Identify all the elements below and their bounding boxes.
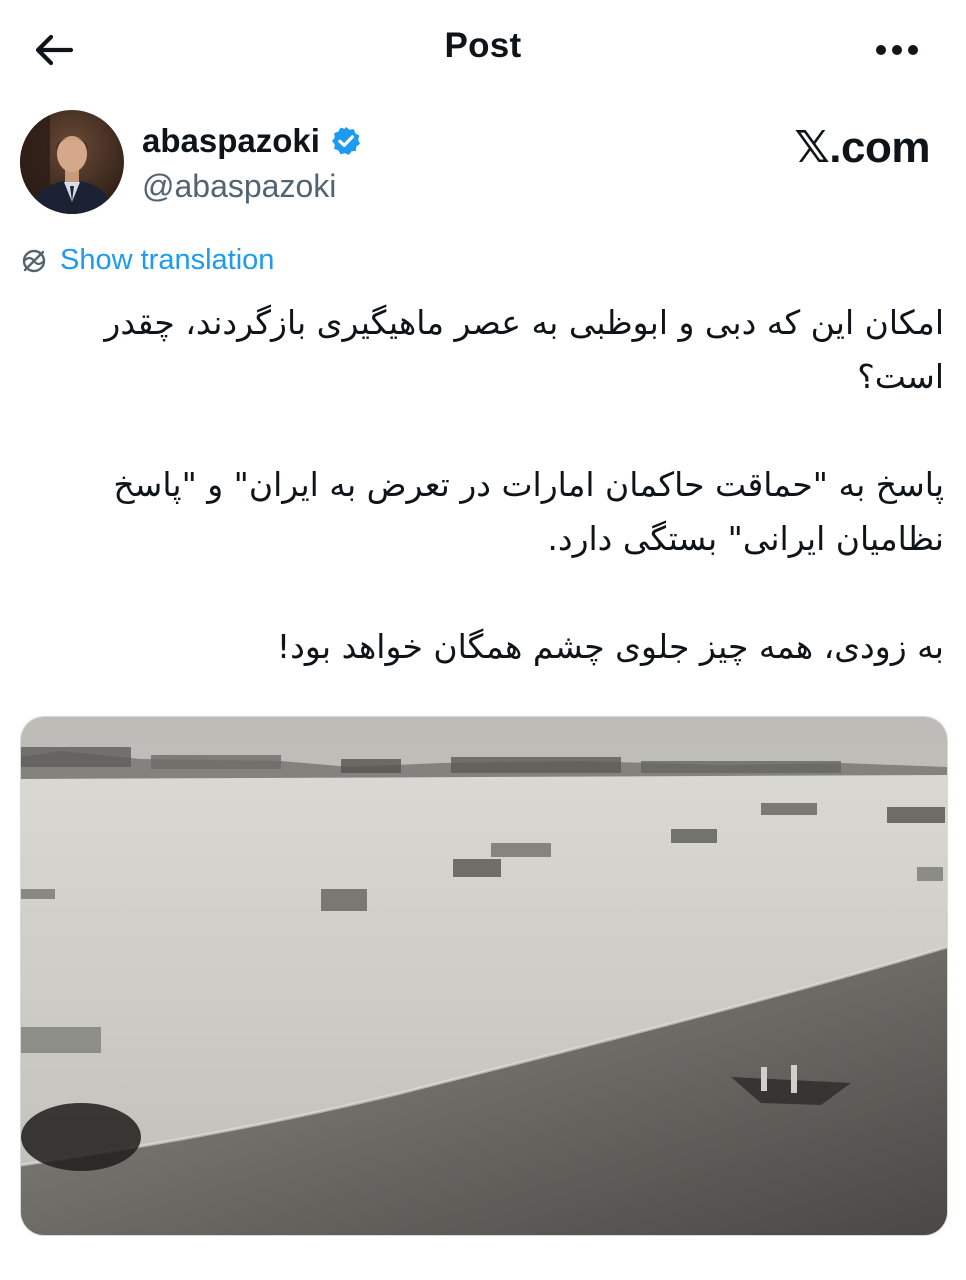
author-handle[interactable]: @abaspazoki xyxy=(142,168,336,205)
verified-badge-icon xyxy=(331,127,360,155)
more-options-button[interactable] xyxy=(872,30,922,70)
avatar[interactable] xyxy=(20,110,124,214)
page-title: Post xyxy=(444,26,522,65)
watermark-text: .com xyxy=(829,123,930,172)
top-bar: Post xyxy=(0,0,966,100)
post-media-image[interactable] xyxy=(20,716,948,1236)
more-horizontal-icon xyxy=(876,45,918,55)
post-text: امکان این که دبی و ابوظبی به عصر ماهیگیر… xyxy=(28,296,944,674)
post-paragraph-1: امکان این که دبی و ابوظبی به عصر ماهیگیر… xyxy=(104,303,944,396)
show-translation-label: Show translation xyxy=(60,244,275,276)
post-paragraph-3: به زودی، همه چیز جلوی چشم همگان خواهد بو… xyxy=(276,627,944,666)
x-com-watermark: 𝕏.com xyxy=(794,122,930,173)
show-translation-link[interactable]: Show translation xyxy=(20,244,274,277)
profile-photo xyxy=(20,110,124,214)
translate-globe-icon xyxy=(22,249,46,272)
historical-coast-photo xyxy=(21,717,947,1235)
x-logo-icon: 𝕏 xyxy=(794,122,830,173)
author-name-text: abaspazoki xyxy=(142,122,320,159)
post-paragraph-2: پاسخ به "حماقت حاکمان امارات در تعرض به … xyxy=(113,465,944,558)
author-name[interactable]: abaspazoki xyxy=(142,122,362,160)
